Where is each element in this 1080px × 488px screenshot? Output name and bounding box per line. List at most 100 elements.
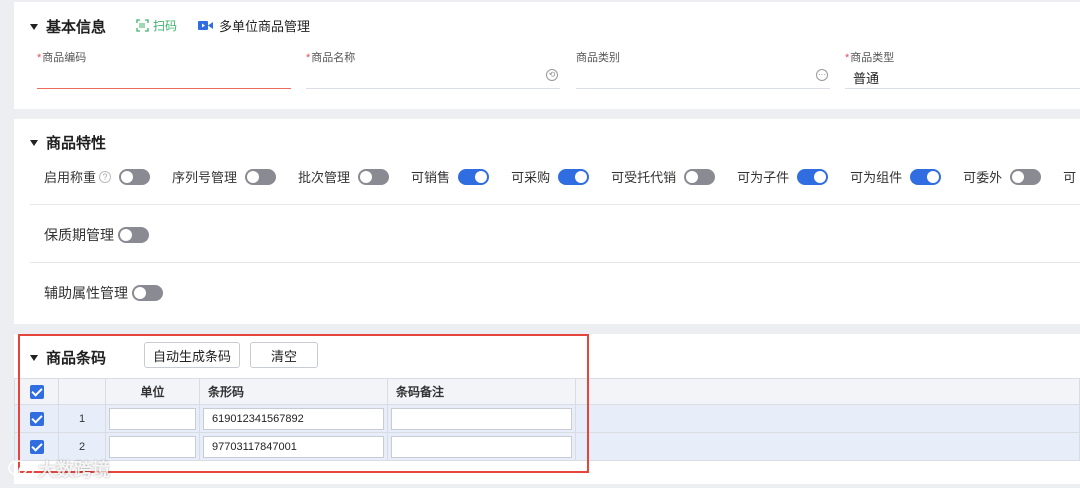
toggle-label: 可为组件	[850, 170, 903, 185]
toggle-switch[interactable]	[132, 285, 163, 301]
index-header	[58, 378, 106, 405]
note-input[interactable]	[391, 407, 572, 430]
toggle-component[interactable]: 可为组件	[850, 167, 942, 186]
section-title: 商品特性	[46, 135, 107, 152]
scan-button[interactable]: 扫码	[136, 17, 177, 34]
collapse-triangle-icon[interactable]	[30, 23, 38, 30]
note-cell[interactable]	[387, 404, 576, 433]
toggle-label: 可为子件	[737, 170, 790, 185]
toggle-switch[interactable]	[358, 168, 390, 185]
unit-header: 单位	[105, 378, 200, 405]
row-index: 1	[58, 404, 106, 433]
clear-button[interactable]: 清空	[250, 342, 318, 368]
toggle-serial[interactable]: 序列号管理	[172, 167, 277, 186]
filler-cell	[575, 432, 1080, 461]
toggle-label: 序列号管理	[172, 170, 238, 185]
collapse-triangle-icon[interactable]	[30, 139, 38, 146]
barcode-table: 单位 条形码 条码备注 1 619012341567892 2 97703117…	[14, 378, 1080, 461]
help-icon[interactable]: ?	[99, 170, 112, 183]
toggle-purchasable[interactable]: 可采购	[511, 167, 590, 186]
product-name-label: *商品名称	[306, 52, 356, 64]
unit-input[interactable]	[109, 407, 196, 430]
product-category-label: 商品类别	[576, 52, 620, 64]
table-row[interactable]: 1 619012341567892	[14, 404, 1080, 433]
note-cell[interactable]	[387, 432, 576, 461]
watermark-text: 大数跨境	[38, 460, 110, 480]
row-checkbox[interactable]	[29, 439, 44, 454]
toggle-switch[interactable]	[797, 168, 829, 185]
toggle-sellable[interactable]: 可销售	[411, 167, 490, 186]
toggle-consignment[interactable]: 可受托代销	[611, 167, 716, 186]
scan-label: 扫码	[153, 19, 178, 33]
divider	[30, 262, 1080, 263]
section-title: 商品条码	[46, 350, 107, 367]
unit-input[interactable]	[109, 435, 196, 458]
filler-header	[575, 378, 1080, 405]
translate-icon[interactable]: ⟲	[546, 69, 558, 81]
toggle-switch[interactable]	[119, 168, 151, 185]
toggle-switch[interactable]	[684, 168, 716, 185]
toggle-switch[interactable]	[245, 168, 277, 185]
multi-unit-label: 多单位商品管理	[219, 19, 311, 34]
toggle-label: 可委外	[963, 170, 1003, 185]
toggle-switch[interactable]	[118, 227, 149, 243]
scan-icon	[136, 19, 149, 32]
product-type-label: *商品类型	[845, 52, 895, 64]
unit-cell[interactable]	[105, 404, 200, 433]
select-all-cell[interactable]	[14, 378, 59, 405]
features-panel: 商品特性 启用称重 ? 序列号管理 批次管理 可销售 可采购 可受托代销 可为子…	[14, 119, 1080, 324]
toggle-aux-attr[interactable]: 辅助属性管理	[44, 283, 163, 303]
barcode-input[interactable]: 619012341567892	[203, 407, 384, 430]
table-row[interactable]: 2 97703117847001	[14, 432, 1080, 461]
table-header: 单位 条形码 条码备注	[14, 378, 1080, 405]
toggle-outsource[interactable]: 可委外	[963, 167, 1042, 186]
divider	[30, 204, 1080, 205]
auto-generate-barcode-button[interactable]: 自动生成条码	[144, 342, 240, 368]
product-code-label: *商品编码	[37, 52, 87, 64]
product-code-field[interactable]: *商品编码	[37, 49, 291, 89]
toggle-label: 辅助属性管理	[44, 285, 128, 301]
toggle-switch[interactable]	[458, 168, 490, 185]
barcode-header[interactable]: 商品条码	[30, 347, 106, 368]
product-name-field[interactable]: *商品名称 ⟲	[306, 49, 560, 89]
filler-cell	[575, 404, 1080, 433]
note-input[interactable]	[391, 435, 572, 458]
toggle-batch[interactable]: 批次管理	[298, 167, 390, 186]
toggle-label: 可采购	[511, 170, 551, 185]
toggle-switch[interactable]	[558, 168, 590, 185]
toggle-label: 保质期管理	[44, 227, 114, 243]
toggle-weighing[interactable]: 启用称重 ?	[44, 167, 151, 186]
watermark: 大数跨境	[8, 456, 110, 482]
row-checkbox[interactable]	[29, 411, 44, 426]
toggle-label: 启用称重	[44, 170, 97, 185]
barcode-input[interactable]: 97703117847001	[203, 435, 384, 458]
video-icon	[198, 21, 213, 30]
features-header[interactable]: 商品特性	[30, 132, 106, 153]
note-header: 条码备注	[387, 378, 576, 405]
product-type-field[interactable]: *商品类型 普通	[845, 49, 1080, 89]
barcode-cell[interactable]: 619012341567892	[199, 404, 388, 433]
section-title: 基本信息	[46, 19, 107, 36]
toggle-shelf-life[interactable]: 保质期管理	[44, 225, 149, 245]
toggle-switch[interactable]	[1010, 168, 1042, 185]
unit-cell[interactable]	[105, 432, 200, 461]
more-icon[interactable]: ···	[816, 69, 828, 81]
product-category-field[interactable]: 商品类别 ···	[576, 49, 830, 89]
toggle-label: 可	[1063, 170, 1077, 185]
shelf-life-row: 保质期管理	[44, 225, 171, 245]
collapse-triangle-icon[interactable]	[30, 354, 38, 361]
select-all-checkbox[interactable]	[29, 384, 44, 399]
barcode-cell[interactable]: 97703117847001	[199, 432, 388, 461]
basic-info-panel: 基本信息 扫码 多单位商品管理 *商品编码 *商品名称 ⟲ 商品类别 ··· *…	[14, 2, 1080, 109]
toggle-subpart[interactable]: 可为子件	[737, 167, 829, 186]
toggle-truncated[interactable]: 可	[1063, 167, 1076, 186]
multi-unit-button[interactable]: 多单位商品管理	[198, 16, 310, 35]
aux-attr-row: 辅助属性管理	[44, 283, 185, 303]
barcode-header-cell: 条形码	[199, 378, 388, 405]
toggle-label: 可销售	[411, 170, 451, 185]
toggle-switch[interactable]	[910, 168, 942, 185]
row-select-cell[interactable]	[14, 404, 59, 433]
wechat-logo-icon	[8, 460, 34, 478]
feature-toggle-row: 启用称重 ? 序列号管理 批次管理 可销售 可采购 可受托代销 可为子件 可为组…	[44, 167, 1080, 186]
basic-info-header[interactable]: 基本信息	[30, 16, 106, 37]
